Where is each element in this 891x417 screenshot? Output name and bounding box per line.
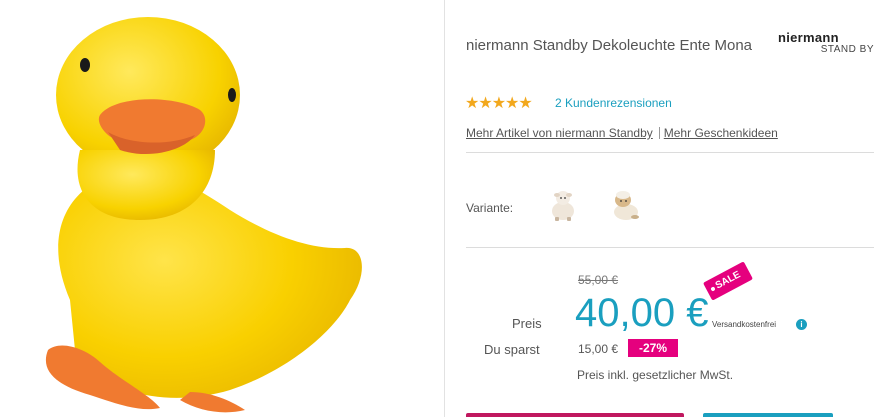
variant-thumb-1[interactable]	[543, 184, 583, 224]
brand-logo-wordmark: niermann	[778, 30, 839, 45]
section-divider	[466, 247, 874, 248]
section-divider	[466, 152, 874, 153]
product-image[interactable]	[0, 0, 445, 417]
link-separator	[658, 127, 660, 139]
duck-illustration	[45, 17, 362, 413]
rating-stars: ★★★★★	[465, 95, 533, 112]
sale-tag-label: SALE	[713, 269, 743, 292]
variant-thumb-2[interactable]	[605, 184, 645, 224]
sale-tag: SALE	[702, 261, 754, 301]
brand-logo[interactable]: niermann STAND BY	[778, 31, 876, 57]
related-links: Mehr Artikel von niermann Standby Mehr Ge…	[466, 126, 778, 140]
brand-logo-sub: STAND BY	[820, 44, 874, 55]
variant-label: Variante:	[466, 201, 514, 215]
vertical-divider	[444, 0, 445, 417]
sale-tag-hole	[710, 286, 716, 292]
old-price: 55,00 €	[578, 273, 619, 287]
tax-note: Preis inkl. gesetzlicher MwSt.	[577, 368, 734, 382]
info-icon[interactable]: i	[796, 319, 807, 330]
product-title: niermann Standby Dekoleuchte Ente Mona	[466, 37, 753, 54]
more-brand-link[interactable]: Mehr Artikel von niermann Standby	[466, 126, 653, 140]
price-label: Preis	[512, 316, 542, 331]
add-to-cart-button[interactable]	[466, 413, 684, 417]
more-gifts-link[interactable]: Mehr Geschenkideen	[664, 126, 778, 140]
current-price: 40,00 €	[575, 291, 709, 335]
save-amount: 15,00 €	[578, 342, 619, 356]
sheep-figurine-cream-icon	[614, 191, 639, 220]
secondary-action-button[interactable]	[703, 413, 833, 417]
sheep-figurine-white-icon	[552, 191, 574, 221]
reviews-link[interactable]: 2 Kundenrezensionen	[555, 96, 672, 110]
shipping-note: Versandkostenfrei	[712, 320, 777, 329]
discount-badge: -27%	[628, 339, 678, 357]
save-label: Du sparst	[484, 342, 540, 357]
